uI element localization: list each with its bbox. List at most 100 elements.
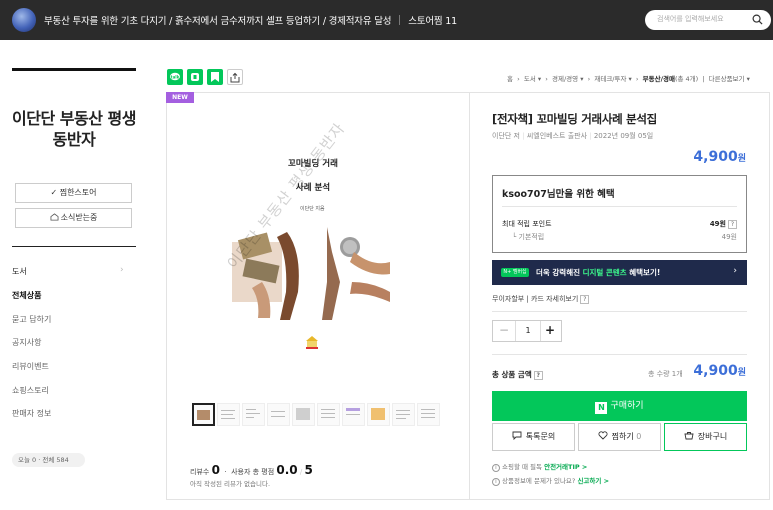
thumbnail[interactable] bbox=[417, 403, 440, 426]
base-point-value: 49원 bbox=[721, 233, 737, 241]
breadcrumb-home[interactable]: 홈 bbox=[507, 75, 513, 83]
max-point-label: 최대 적립 포인트 bbox=[502, 220, 552, 228]
sidebar-item-all-products[interactable]: 전체상품 bbox=[12, 290, 41, 301]
product-author[interactable]: 이단단 저 bbox=[492, 132, 520, 140]
store-logo[interactable] bbox=[12, 8, 36, 32]
meta-separator: | bbox=[589, 132, 592, 140]
thumbnail-line bbox=[396, 410, 410, 411]
buy-button[interactable]: N 구매하기 bbox=[492, 391, 747, 421]
membership-badge: N+ 멤버십 bbox=[501, 268, 529, 277]
thumbnail[interactable] bbox=[267, 403, 290, 426]
rating-label: 사용자 총 평점 bbox=[231, 468, 275, 476]
thumbnail-line bbox=[321, 413, 335, 414]
info-icon: i bbox=[492, 464, 500, 472]
max-point-row: 최대 적립 포인트 49원? bbox=[502, 219, 737, 229]
thumbnail[interactable] bbox=[192, 403, 215, 426]
membership-banner[interactable]: N+ 멤버십 더욱 강력해진 디지털 콘텐츠 혜택보기! › bbox=[492, 260, 747, 285]
thumbnail[interactable] bbox=[342, 403, 365, 426]
thumbnail-image bbox=[346, 408, 360, 411]
publisher-logo-icon bbox=[306, 336, 318, 349]
buy-label: 구매하기 bbox=[610, 401, 644, 411]
store-heading: 이단단 부동산 평생 동반자 bbox=[12, 109, 136, 149]
installment-info[interactable]: 무이자할부 | 카드 자세히보기? bbox=[492, 294, 590, 304]
cart-icon bbox=[684, 432, 694, 440]
thumbnail[interactable] bbox=[242, 403, 265, 426]
quantity-stepper: − 1 + bbox=[492, 320, 562, 342]
benefit-divider bbox=[502, 206, 737, 207]
breadcrumb-current[interactable]: 부동산/경매 bbox=[643, 75, 675, 83]
meta-separator: | bbox=[522, 132, 525, 140]
sidebar-item-review-event[interactable]: 리뷰이벤트 bbox=[12, 361, 49, 372]
talk-share-icon[interactable]: talk bbox=[167, 69, 183, 85]
share-icon[interactable] bbox=[227, 69, 243, 85]
thumbnail[interactable] bbox=[292, 403, 315, 426]
report-notice: i 상품정보에 문제가 있나요? 신고하기 > bbox=[492, 475, 609, 486]
thumbnail-line bbox=[396, 418, 406, 419]
cart-button[interactable]: 장바구니 bbox=[664, 423, 747, 451]
divider bbox=[492, 311, 747, 312]
sidebar-divider bbox=[12, 246, 136, 247]
store-name[interactable]: 부동산 투자를 위한 기초 다지기 / 흙수저에서 금수저까지 셀프 등업하기 … bbox=[44, 16, 391, 27]
safe-trade-link[interactable]: 안전거래TIP > bbox=[544, 463, 587, 471]
talk-inquiry-button[interactable]: 톡톡문의 bbox=[492, 423, 575, 451]
visit-stats: 오늘 0 · 전체 584 bbox=[12, 453, 85, 467]
other-products-link[interactable]: 다른상품보기 ▾ bbox=[709, 75, 750, 83]
sidebar-item-shopping-story[interactable]: 쇼핑스토리 bbox=[12, 385, 49, 396]
blog-share-icon[interactable] bbox=[207, 69, 223, 85]
thumbnail[interactable] bbox=[367, 403, 390, 426]
quantity-input[interactable]: 1 bbox=[515, 321, 541, 341]
thumbnail[interactable] bbox=[217, 403, 240, 426]
review-count-label: 리뷰수 bbox=[190, 468, 210, 476]
zzim-button[interactable]: 찜하기 0 bbox=[578, 423, 661, 451]
sidebar-item-seller-info[interactable]: 판매자 정보 bbox=[12, 408, 51, 419]
breadcrumb: 홈 › 도서 ▾ › 경제/경영 ▾ › 재테크/투자 ▾ › 부동산/경매(총… bbox=[507, 75, 750, 83]
max-point-value-wrap: 49원? bbox=[710, 219, 737, 229]
search-icon[interactable] bbox=[752, 14, 763, 25]
thumbnail-line bbox=[246, 413, 260, 414]
store-zzim-count[interactable]: 스토어찜 11 bbox=[408, 16, 457, 27]
rating-separator: / bbox=[299, 468, 303, 476]
sidebar-item-qna[interactable]: 묻고 답하기 bbox=[12, 314, 51, 325]
safe-text: 쇼핑할 때 필독 bbox=[502, 463, 543, 471]
price-value: 4,900 bbox=[693, 149, 738, 165]
thumbnail-line bbox=[246, 409, 256, 410]
thumbnail[interactable] bbox=[317, 403, 340, 426]
thumbnail-line bbox=[271, 416, 285, 417]
notify-button[interactable]: 소식받는중 bbox=[15, 208, 132, 228]
chevron-right-icon[interactable]: › bbox=[120, 265, 124, 275]
divider bbox=[492, 354, 747, 355]
help-icon[interactable]: ? bbox=[580, 295, 590, 304]
new-badge: NEW bbox=[166, 92, 194, 103]
product-date: 2022년 09월 05일 bbox=[593, 132, 654, 140]
installment-text[interactable]: 무이자할부 | 카드 자세히보기 bbox=[492, 295, 578, 303]
thumbnail-line bbox=[396, 414, 410, 415]
search-box[interactable]: 검색어를 입력해보세요 bbox=[645, 10, 771, 30]
thumbnail-image bbox=[371, 408, 385, 420]
rating-max: 5 bbox=[304, 463, 313, 477]
band-share-icon[interactable] bbox=[187, 69, 203, 85]
help-icon[interactable]: ? bbox=[728, 220, 737, 229]
minus-button[interactable]: − bbox=[493, 321, 515, 341]
sidebar-item-books[interactable]: 도서 bbox=[12, 266, 27, 277]
breadcrumb-investment[interactable]: 재테크/투자 ▾ bbox=[594, 75, 631, 83]
plus-button[interactable]: + bbox=[539, 321, 561, 341]
thumbnail-line bbox=[421, 417, 435, 418]
notify-label: 소식받는중 bbox=[60, 213, 98, 222]
thumbnail-line bbox=[321, 409, 335, 410]
help-icon[interactable]: ? bbox=[533, 371, 543, 380]
sidebar-item-notice[interactable]: 공지사항 bbox=[12, 337, 41, 348]
report-link[interactable]: 신고하기 > bbox=[577, 477, 609, 485]
search-input[interactable]: 검색어를 입력해보세요 bbox=[657, 14, 724, 24]
thumbnail-line bbox=[321, 417, 335, 418]
zzim-store-button[interactable]: ✓ 찜한스토어 bbox=[15, 183, 132, 203]
thumbnail[interactable] bbox=[392, 403, 415, 426]
breadcrumb-economy[interactable]: 경제/경영 ▾ bbox=[552, 75, 583, 83]
review-count[interactable]: 0 bbox=[212, 463, 220, 477]
thumbnail-line bbox=[221, 418, 235, 419]
product-publisher[interactable]: 씨엘인베스트 출판사 bbox=[527, 132, 587, 140]
thumbnail-line bbox=[221, 414, 233, 415]
review-summary: 리뷰수 0 · 사용자 총 평점 0.0 / 5 bbox=[190, 463, 313, 477]
breadcrumb-books[interactable]: 도서 ▾ bbox=[524, 75, 541, 83]
store-title[interactable]: 부동산 투자를 위한 기초 다지기 / 흙수저에서 금수저까지 셀프 등업하기 … bbox=[44, 13, 457, 27]
base-point-label-text: 기본적립 bbox=[518, 233, 545, 241]
